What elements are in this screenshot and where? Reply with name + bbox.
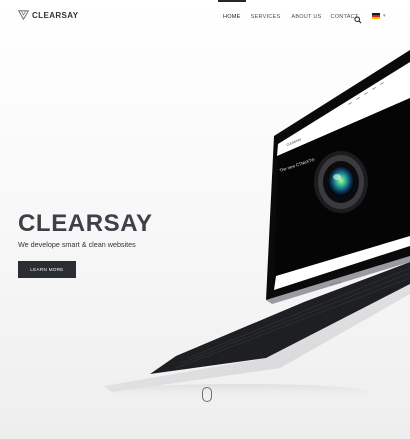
german-flag-icon [372, 13, 380, 19]
nav-item-services[interactable]: SERVICES [251, 0, 281, 34]
chevron-down-icon: ▾ [383, 13, 386, 19]
nav-item-about-us[interactable]: ABOUT US [291, 0, 321, 34]
mouse-scroll-icon[interactable] [202, 387, 212, 402]
nav-item-home[interactable]: HOME [218, 0, 246, 34]
brand-logo[interactable]: CLEARSAY [18, 10, 78, 20]
laptop-mockup: CLEARSAY The new CTNeXT® MacBook [104, 50, 410, 400]
language-selector[interactable]: ▾ [372, 11, 392, 21]
search-button[interactable] [353, 12, 363, 24]
main-nav: HOME SERVICES ABOUT US CONTACT [218, 0, 359, 34]
camera-lens-image [314, 151, 368, 213]
learn-more-button[interactable]: LEARN MORE [18, 261, 76, 278]
triangle-logo-icon [18, 10, 29, 20]
search-icon [354, 16, 362, 24]
brand-name: CLEARSAY [32, 10, 79, 20]
site-header: CLEARSAY HOME SERVICES ABOUT US CONTACT … [0, 0, 410, 34]
